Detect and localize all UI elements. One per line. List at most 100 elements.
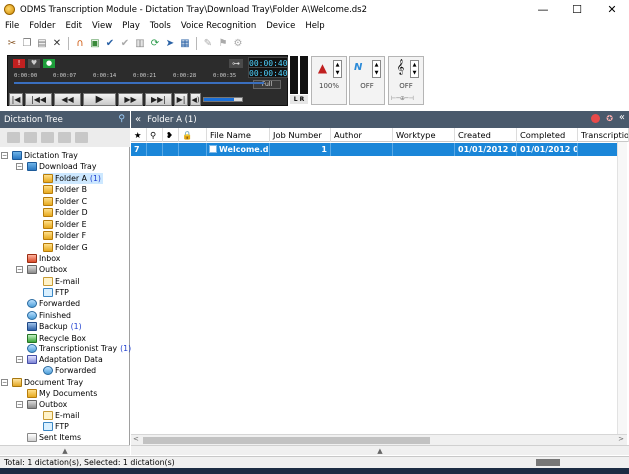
tree-node[interactable]: Sent Items xyxy=(27,432,81,443)
scroll-right-icon[interactable]: > xyxy=(618,435,624,443)
pen-gray-icon[interactable]: ✎ xyxy=(202,38,214,50)
collapse-right-icon[interactable]: « xyxy=(619,112,625,123)
folder-up-icon[interactable] xyxy=(24,132,37,143)
tree-expander[interactable]: − xyxy=(1,152,8,159)
column-transcription[interactable]: Transcriptio... xyxy=(578,128,629,142)
menu-device[interactable]: Device xyxy=(261,21,300,31)
horizontal-scroll-thumb[interactable] xyxy=(143,437,430,444)
new-folder-icon[interactable] xyxy=(7,132,20,143)
play-button[interactable]: ▶ xyxy=(83,93,116,106)
tree-expander[interactable]: − xyxy=(1,379,8,386)
tree-node[interactable]: Document Tray xyxy=(12,377,83,388)
rewind-button[interactable]: ◀◀ xyxy=(54,93,81,106)
vertical-scrollbar[interactable] xyxy=(617,142,627,434)
tree-node[interactable]: Adaptation Data xyxy=(27,354,103,365)
tree-node[interactable]: Folder G xyxy=(43,242,88,253)
menu-play[interactable]: Play xyxy=(117,21,145,31)
horizontal-scrollbar[interactable]: < > xyxy=(131,434,627,445)
tree-node[interactable]: Folder C xyxy=(43,196,87,207)
tree-node[interactable]: Folder A (1) xyxy=(43,173,103,184)
close-button[interactable]: ✕ xyxy=(595,0,629,19)
volume-slider[interactable] xyxy=(203,97,243,102)
tone-slider[interactable]: ⊢─⊕─⊣ xyxy=(391,95,421,104)
volume-spinner[interactable]: ▲ ▼ xyxy=(333,60,342,78)
column-tag[interactable]: ❥ xyxy=(163,128,179,142)
copy-icon[interactable]: ❐ xyxy=(21,38,33,50)
pin-icon[interactable]: ⚲ xyxy=(118,114,125,124)
column-comment[interactable]: ⚲ xyxy=(147,128,163,142)
settings-icon[interactable]: ✪ xyxy=(606,114,613,123)
tree-node[interactable]: FTP xyxy=(43,287,69,298)
skip-end-button[interactable]: ▶▶| xyxy=(145,93,172,106)
tree-expander[interactable]: − xyxy=(16,356,23,363)
menu-view[interactable]: View xyxy=(87,21,117,31)
cut-icon[interactable]: ✂ xyxy=(6,38,18,50)
tree-scroll-up[interactable]: ▲ xyxy=(0,445,130,455)
tree-node[interactable]: Transcriptionist Tray (1) xyxy=(27,343,131,354)
device-icon[interactable]: ▦ xyxy=(179,38,191,50)
fast-forward-button[interactable]: ▶▶ xyxy=(118,93,143,106)
collapse-left-icon[interactable]: « xyxy=(135,114,141,125)
column-lock[interactable]: 🔒 xyxy=(179,128,207,142)
alert-icon[interactable] xyxy=(591,114,600,123)
menu-help[interactable]: Help xyxy=(300,21,329,31)
maximize-button[interactable]: ☐ xyxy=(560,0,594,19)
menu-folder[interactable]: Folder xyxy=(24,21,60,31)
tree-node[interactable]: Folder B xyxy=(43,184,87,195)
column-file-name[interactable]: File Name xyxy=(207,128,270,142)
folder-down-icon[interactable] xyxy=(41,132,54,143)
column-completed[interactable]: Completed xyxy=(517,128,578,142)
tree-node[interactable]: Finished xyxy=(27,310,71,321)
tree-expander[interactable]: − xyxy=(16,266,23,273)
paste-icon[interactable]: ▤ xyxy=(36,38,48,50)
tree-node[interactable]: Folder E xyxy=(43,219,87,230)
tree-node[interactable]: Outbox xyxy=(27,399,67,410)
tree-node[interactable]: Dictation Tray xyxy=(12,150,78,161)
tree-node[interactable]: Outbox xyxy=(27,264,67,275)
position-track[interactable] xyxy=(14,82,264,84)
speaker-icon[interactable]: ◀) xyxy=(190,93,201,106)
tree-expander[interactable]: − xyxy=(16,401,23,408)
list-scroll-up[interactable]: ▲ xyxy=(131,445,629,455)
column-created[interactable]: Created xyxy=(455,128,517,142)
tree-node[interactable]: FTP xyxy=(43,421,69,432)
check-gray-icon[interactable]: ✔ xyxy=(119,38,131,50)
tree-node[interactable]: Forwarded xyxy=(27,298,80,309)
check-icon[interactable]: ✔ xyxy=(104,38,116,50)
forward-icon[interactable]: ➤ xyxy=(164,38,176,50)
gear-gray-icon[interactable]: ⚙ xyxy=(232,38,244,50)
table-row[interactable]: 7 Welcome.ds2 1 01/01/2012 0... 01/01/20… xyxy=(131,143,627,156)
delete-icon[interactable]: ✕ xyxy=(51,38,63,50)
tone-spinner[interactable]: ▲ ▼ xyxy=(410,60,419,78)
rewind-start-button[interactable]: |◀◀ xyxy=(25,93,52,106)
tree-node[interactable]: Folder F xyxy=(43,230,86,241)
column-job-number[interactable]: Job Number xyxy=(270,128,331,142)
column-priority[interactable]: ★ xyxy=(131,128,147,142)
tree-node[interactable]: My Documents xyxy=(27,388,97,399)
folder-delete-icon[interactable] xyxy=(58,132,71,143)
tree-expander[interactable]: − xyxy=(16,163,23,170)
tree-node[interactable]: Inbox xyxy=(27,253,60,264)
tree-node[interactable]: Folder D xyxy=(43,207,88,218)
end-button[interactable]: ▶| xyxy=(174,93,188,106)
tree-node[interactable]: Download Tray xyxy=(27,161,96,172)
menu-tools[interactable]: Tools xyxy=(145,21,176,31)
column-author[interactable]: Author xyxy=(331,128,393,142)
tag-gray-icon[interactable]: ⚑ xyxy=(217,38,229,50)
column-worktype[interactable]: Worktype xyxy=(393,128,455,142)
tree-node[interactable]: Backup (1) xyxy=(27,321,82,332)
book-icon[interactable]: ▥ xyxy=(134,38,146,50)
menu-edit[interactable]: Edit xyxy=(61,21,87,31)
tree-node[interactable]: E-mail xyxy=(43,410,79,421)
folder-properties-icon[interactable] xyxy=(75,132,88,143)
scroll-left-icon[interactable]: < xyxy=(133,435,139,443)
menu-file[interactable]: File xyxy=(0,21,24,31)
menu-voice-recognition[interactable]: Voice Recognition xyxy=(176,21,261,31)
noise-spinner[interactable]: ▲ ▼ xyxy=(372,60,381,78)
minimize-button[interactable]: — xyxy=(526,0,560,19)
edit-icon[interactable]: ▣ xyxy=(89,38,101,50)
skip-start-button[interactable]: |◀ xyxy=(9,93,23,106)
tree-node[interactable]: E-mail xyxy=(43,276,79,287)
tree-node[interactable]: Forwarded xyxy=(43,365,96,376)
headset-icon[interactable]: ∩ xyxy=(74,38,86,50)
